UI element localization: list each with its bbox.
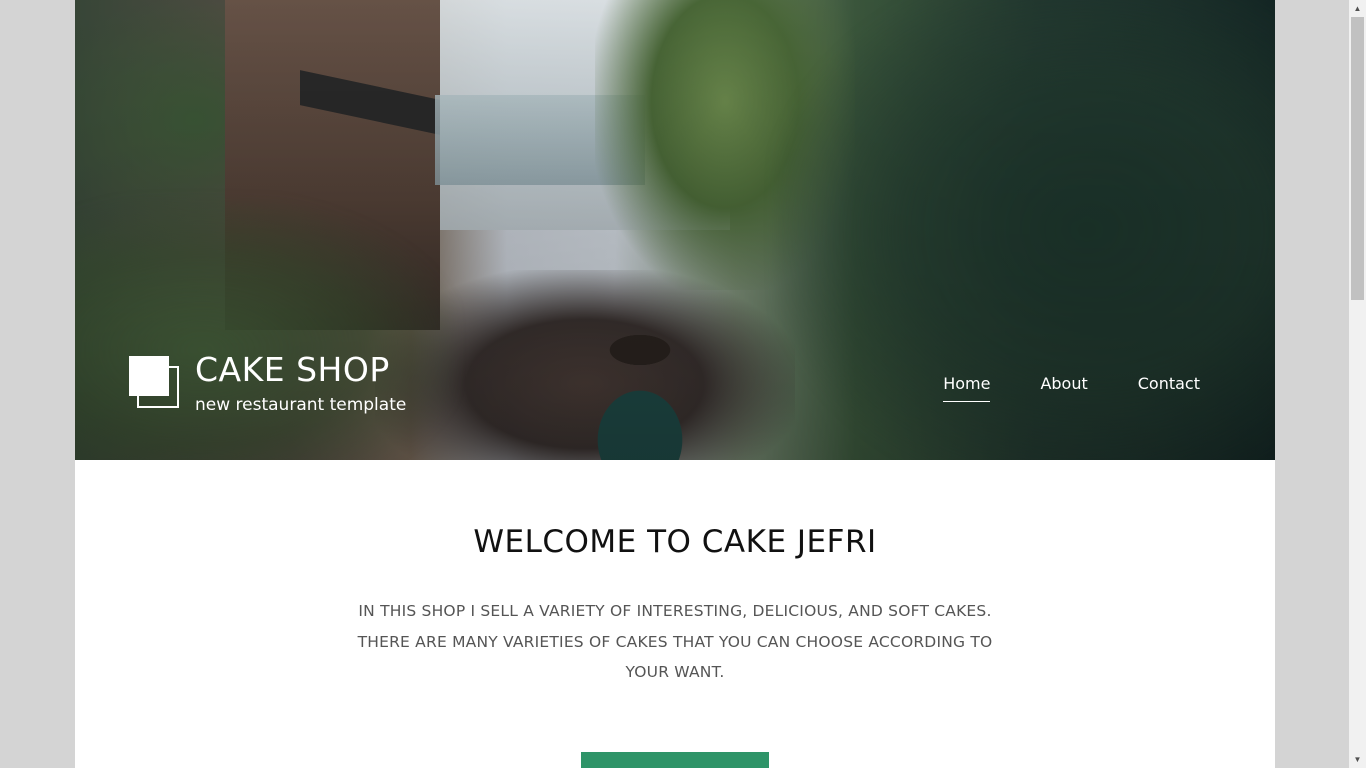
cta-button[interactable] — [581, 752, 769, 768]
brand[interactable]: CAKE SHOP new restaurant template — [129, 352, 406, 416]
welcome-text: IN THIS SHOP I SELL A VARIETY OF INTERES… — [357, 602, 993, 681]
welcome-title: WELCOME TO CAKE JEFRI — [473, 524, 877, 560]
welcome-section: WELCOME TO CAKE JEFRI IN THIS SHOP I SEL… — [75, 460, 1275, 768]
brand-title: CAKE SHOP — [195, 350, 390, 389]
nav-about-link[interactable]: About — [1040, 374, 1087, 402]
hero-banner: CAKE SHOP new restaurant template Home A… — [75, 0, 1275, 460]
main-nav: Home About Contact — [943, 374, 1200, 402]
vertical-scrollbar[interactable]: ▲ ▼ — [1349, 0, 1366, 768]
brand-subtitle: new restaurant template — [195, 395, 407, 415]
nav-home-link[interactable]: Home — [943, 374, 991, 402]
scroll-down-icon[interactable]: ▼ — [1349, 751, 1366, 768]
nav-contact-link[interactable]: Contact — [1138, 374, 1200, 402]
logo-icon — [129, 352, 181, 414]
scrollbar-thumb[interactable] — [1351, 17, 1364, 300]
scroll-up-icon[interactable]: ▲ — [1349, 0, 1366, 17]
page: CAKE SHOP new restaurant template Home A… — [75, 0, 1275, 768]
